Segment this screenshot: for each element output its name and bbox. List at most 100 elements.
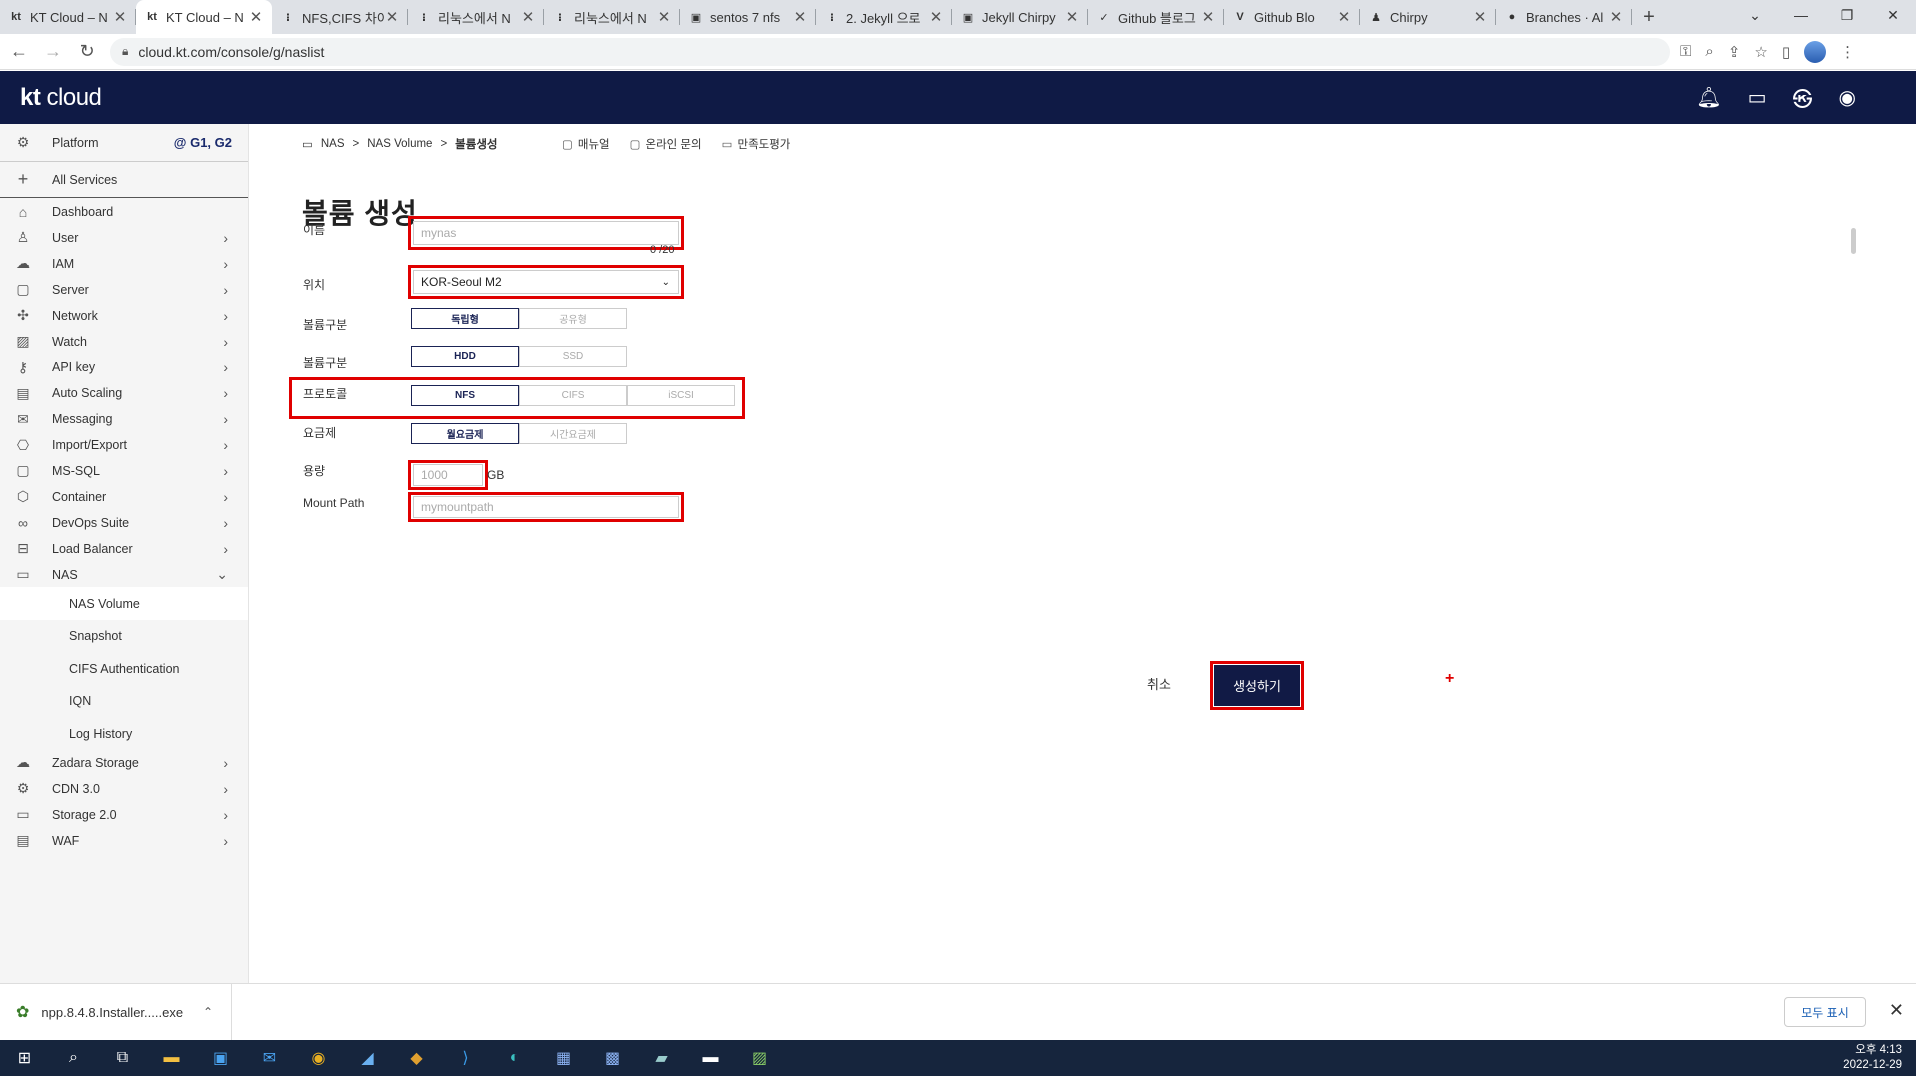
search-icon[interactable]: ⌕: [49, 1040, 98, 1076]
download-item[interactable]: ✿ npp.8.4.8.Installer.....exe ⌃: [0, 983, 232, 1041]
sidebar-item[interactable]: ▤ Auto Scaling ›: [0, 380, 248, 406]
scrollbar-thumb[interactable]: [1851, 228, 1856, 254]
windows-start-icon[interactable]: ⊞: [0, 1040, 49, 1076]
sidebar-subitem[interactable]: Log History: [0, 717, 248, 750]
store-icon[interactable]: ▣: [196, 1040, 245, 1076]
tab-close-icon[interactable]: ✕: [656, 8, 672, 26]
task-view-icon[interactable]: ⧉: [98, 1040, 147, 1076]
bookmark-star-icon[interactable]: ☆: [1754, 43, 1767, 61]
browser-tab[interactable]: ⁝ 2. Jekyll 으로 ✕: [816, 0, 952, 34]
sidebar-subitem[interactable]: NAS Volume: [0, 587, 248, 620]
notepadpp-icon[interactable]: ▨: [735, 1040, 784, 1076]
sidebar-item[interactable]: ▢ Server ›: [0, 277, 248, 303]
account-icon[interactable]: ◉: [1839, 85, 1856, 110]
protocol-nfs[interactable]: NFS: [411, 385, 519, 406]
sidebar-item[interactable]: ∞ DevOps Suite ›: [0, 510, 248, 536]
tab-close-icon[interactable]: ✕: [928, 8, 944, 26]
remote-desktop-icon[interactable]: ▩: [588, 1040, 637, 1076]
new-tab-button[interactable]: +: [1632, 0, 1666, 34]
mount-path-input[interactable]: mymountpath: [413, 496, 679, 518]
profile-avatar[interactable]: [1804, 40, 1827, 63]
tab-close-icon[interactable]: ✕: [520, 8, 536, 26]
sidebar-item[interactable]: ▭ NAS ⌄: [0, 562, 248, 588]
disk-type-ssd[interactable]: SSD: [519, 346, 627, 367]
tab-close-icon[interactable]: ✕: [1200, 8, 1216, 26]
sidebar-subitem[interactable]: Snapshot: [0, 620, 248, 653]
browser-tab[interactable]: ⁝ 리눅스에서 N ✕: [408, 0, 544, 34]
forward-icon[interactable]: →: [38, 41, 68, 62]
menu-kebab-icon[interactable]: ⋮: [1840, 43, 1855, 61]
location-select[interactable]: KOR-Seoul M2 ⌄: [413, 270, 679, 294]
browser-tab[interactable]: ▣ sentos 7 nfs ✕: [680, 0, 816, 34]
browser-tab[interactable]: V Github Blo ✕: [1224, 0, 1360, 34]
browser-tab[interactable]: ▣ Jekyll Chirpy ✕: [952, 0, 1088, 34]
sidebar-item[interactable]: ▢ MS-SQL ›: [0, 458, 248, 484]
tab-search-icon[interactable]: ⌄: [1732, 0, 1778, 30]
sidebar-item[interactable]: ♙ User ›: [0, 225, 248, 251]
browser-tab[interactable]: kt KT Cloud – N ✕: [136, 0, 272, 34]
volume-type-standalone[interactable]: 독립형: [411, 308, 519, 329]
plan-hourly[interactable]: 시간요금제: [519, 423, 627, 444]
sidebar-platform[interactable]: ⚙ Platform @ G1, G2: [0, 124, 248, 162]
browser-tab[interactable]: kt KT Cloud – N ✕: [0, 0, 136, 34]
key-icon[interactable]: ⚿: [1680, 43, 1691, 60]
sidebar-item[interactable]: ⊟ Load Balancer ›: [0, 536, 248, 562]
manual-link[interactable]: ▢ 매뉴얼: [562, 136, 610, 152]
show-all-button[interactable]: 모두 표시: [1784, 997, 1866, 1027]
sidebar-all-services[interactable]: + All Services: [0, 162, 248, 198]
sidebar-item[interactable]: ▭ Storage 2.0 ›: [0, 802, 248, 828]
language-icon[interactable]: ㉿: [1793, 83, 1813, 112]
notepad-icon[interactable]: ▰: [637, 1040, 686, 1076]
sidebar-item[interactable]: ⬡ Container ›: [0, 484, 248, 510]
browser-tab[interactable]: ⁝ 리눅스에서 N ✕: [544, 0, 680, 34]
back-icon[interactable]: ←: [4, 41, 34, 62]
chevron-up-icon[interactable]: ⌃: [203, 1005, 213, 1019]
file-explorer-icon[interactable]: ▬: [147, 1040, 196, 1076]
plan-monthly[interactable]: 월요금제: [411, 423, 519, 444]
browser-tab[interactable]: ⁝ NFS,CIFS 차이 ✕: [272, 0, 408, 34]
edge-icon[interactable]: ◐: [490, 1040, 539, 1076]
close-window-icon[interactable]: ✕: [1870, 0, 1916, 30]
online-inquiry-link[interactable]: ▢ 온라인 문의: [630, 136, 702, 152]
browser-tab[interactable]: ♟ Chirpy ✕: [1360, 0, 1496, 34]
sidebar-item[interactable]: ✉ Messaging ›: [0, 406, 248, 432]
sidepanel-icon[interactable]: ▯: [1782, 43, 1790, 61]
tab-close-icon[interactable]: ✕: [384, 8, 400, 26]
tab-close-icon[interactable]: ✕: [112, 8, 128, 26]
create-button[interactable]: 생성하기: [1214, 665, 1300, 706]
tab-close-icon[interactable]: ✕: [1064, 8, 1080, 26]
breadcrumb-nas[interactable]: NAS: [321, 138, 345, 150]
vscode-icon[interactable]: ⟩: [441, 1040, 490, 1076]
protocol-iscsi[interactable]: iSCSI: [627, 385, 735, 406]
sidebar-item[interactable]: ☁ Zadara Storage ›: [0, 750, 248, 776]
volume-type-shared[interactable]: 공유형: [519, 308, 627, 329]
sidebar-item[interactable]: ▤ WAF ›: [0, 828, 248, 854]
restore-icon[interactable]: ❐: [1824, 0, 1870, 30]
app-icon[interactable]: ◢: [343, 1040, 392, 1076]
sidebar-item[interactable]: ⌂ Dashboard: [0, 198, 248, 225]
capacity-input[interactable]: 1000: [413, 464, 483, 486]
kt-cloud-logo[interactable]: kt cloud: [20, 84, 102, 112]
disk-type-hdd[interactable]: HDD: [411, 346, 519, 367]
sidebar-item[interactable]: ☁ IAM ›: [0, 251, 248, 277]
tab-close-icon[interactable]: ✕: [1608, 8, 1624, 26]
bell-icon[interactable]: 🔔︎: [1696, 85, 1721, 110]
mail-icon[interactable]: ✉: [245, 1040, 294, 1076]
reload-icon[interactable]: ↻: [72, 41, 102, 62]
tab-close-icon[interactable]: ✕: [792, 8, 808, 26]
browser-tab[interactable]: ● Branches · Al ✕: [1496, 0, 1632, 34]
close-icon[interactable]: ✕: [1889, 1000, 1904, 1021]
sidebar-item[interactable]: ⚷ API key ›: [0, 354, 248, 380]
name-input[interactable]: mynas: [413, 221, 679, 245]
protocol-cifs[interactable]: CIFS: [519, 385, 627, 406]
sidebar-item[interactable]: ✣ Network ›: [0, 303, 248, 329]
sidebar-item[interactable]: ▨ Watch ›: [0, 329, 248, 355]
url-input[interactable]: 🔒︎ cloud.kt.com/console/g/naslist: [110, 37, 1670, 66]
breadcrumb-nas-volume[interactable]: NAS Volume: [367, 138, 432, 150]
survey-link[interactable]: ▭ 만족도평가: [722, 136, 791, 152]
cancel-button[interactable]: 취소: [1147, 674, 1171, 693]
git-icon[interactable]: ◆: [392, 1040, 441, 1076]
sidebar-item[interactable]: ⎔ Import/Export ›: [0, 432, 248, 458]
tab-close-icon[interactable]: ✕: [1336, 8, 1352, 26]
browser-tab[interactable]: ✓ Github 블로그 ✕: [1088, 0, 1224, 34]
